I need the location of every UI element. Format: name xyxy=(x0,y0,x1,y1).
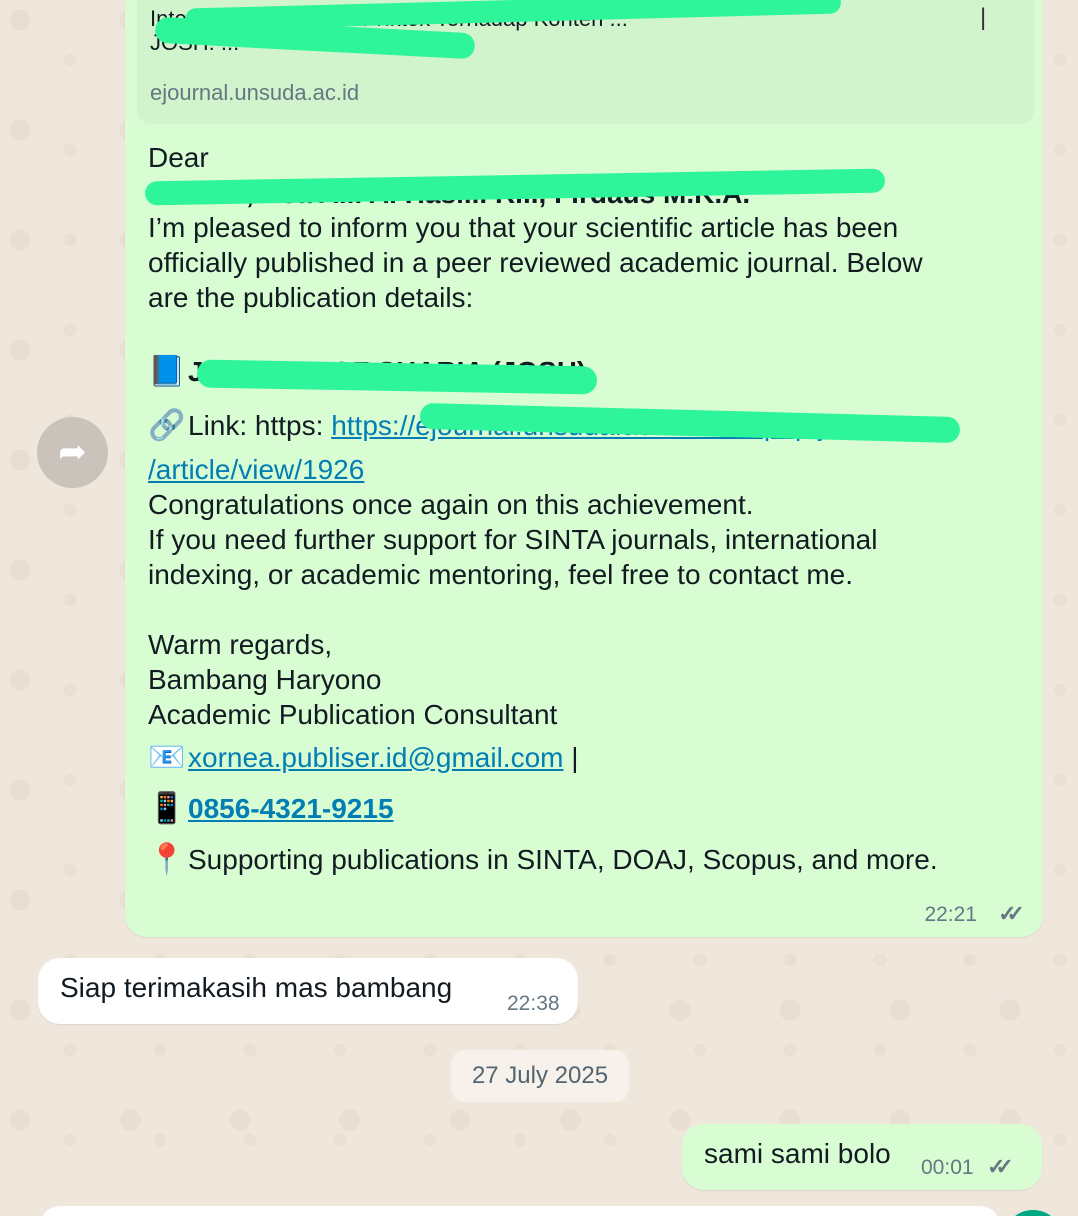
phone-link[interactable]: 0856-4321-9215 xyxy=(188,793,394,824)
message-bubble-outgoing-reply[interactable]: sami sami bolo 00:01 ✓✓ xyxy=(682,1124,1042,1190)
supporting-text: Supporting publications in SINTA, DOAJ, … xyxy=(188,844,938,875)
body-line: are the publication details: xyxy=(148,282,474,313)
email-separator: | xyxy=(563,742,579,773)
read-ticks-icon: ✓✓ xyxy=(998,901,1025,926)
sender-name: Bambang Haryono xyxy=(148,664,382,695)
mic-button[interactable] xyxy=(1003,1210,1063,1216)
article-link-continued[interactable]: /article/view/1926 xyxy=(148,454,364,485)
date-separator: 27 July 2025 xyxy=(451,1050,629,1102)
email-line: 📧xornea.publiser.id@gmail.com | xyxy=(148,740,579,775)
book-icon: 📘 xyxy=(148,355,186,388)
sender-role: Academic Publication Consultant xyxy=(148,699,558,730)
email-link[interactable]: xornea.publiser.id@gmail.com xyxy=(188,742,563,773)
message-time: 22:21 xyxy=(924,903,977,926)
greeting: Dear xyxy=(148,142,209,173)
message-bubble-outgoing[interactable]: Interpretasi Pengguna Tiktok Terhadap Ko… xyxy=(125,0,1043,937)
forward-icon[interactable]: ➦ xyxy=(37,417,108,488)
link-label: Link: https: xyxy=(188,410,332,441)
read-ticks-icon: ✓✓ xyxy=(987,1154,1014,1179)
support-line: If you need further support for SINTA jo… xyxy=(148,524,878,555)
link-line-continued: /article/view/1926 xyxy=(148,452,364,487)
redaction-scribble xyxy=(196,359,598,395)
preview-domain: ejournal.unsuda.ac.id xyxy=(150,80,360,105)
phone-line: 📱0856-4321-9215 xyxy=(148,791,394,826)
phone-icon: 📱 xyxy=(148,792,186,825)
body-line: officially published in a peer reviewed … xyxy=(148,247,923,278)
pin-icon: 📍 xyxy=(148,843,186,876)
text-cursor: | xyxy=(980,4,987,31)
incoming-message-time: 22:38 xyxy=(507,992,560,1015)
outgoing-message-text: sami sami bolo xyxy=(704,1138,891,1169)
signoff: Warm regards, xyxy=(148,629,333,660)
body-line: I’m pleased to inform you that your scie… xyxy=(148,212,899,243)
supporting-line: 📍Supporting publications in SINTA, DOAJ,… xyxy=(148,842,938,877)
congrats-text: Congratulations once again on this achie… xyxy=(148,489,754,520)
message-bubble-incoming[interactable]: Siap terimakasih mas bambang 22:38 xyxy=(38,958,578,1024)
message-input-bar[interactable] xyxy=(40,1206,1000,1216)
incoming-message-text: Siap terimakasih mas bambang xyxy=(60,972,453,1003)
link-icon: 🔗 xyxy=(148,409,186,442)
outgoing-message-time: 00:01 xyxy=(921,1156,974,1179)
support-line: indexing, or academic mentoring, feel fr… xyxy=(148,559,854,590)
email-icon: 📧 xyxy=(148,741,186,774)
